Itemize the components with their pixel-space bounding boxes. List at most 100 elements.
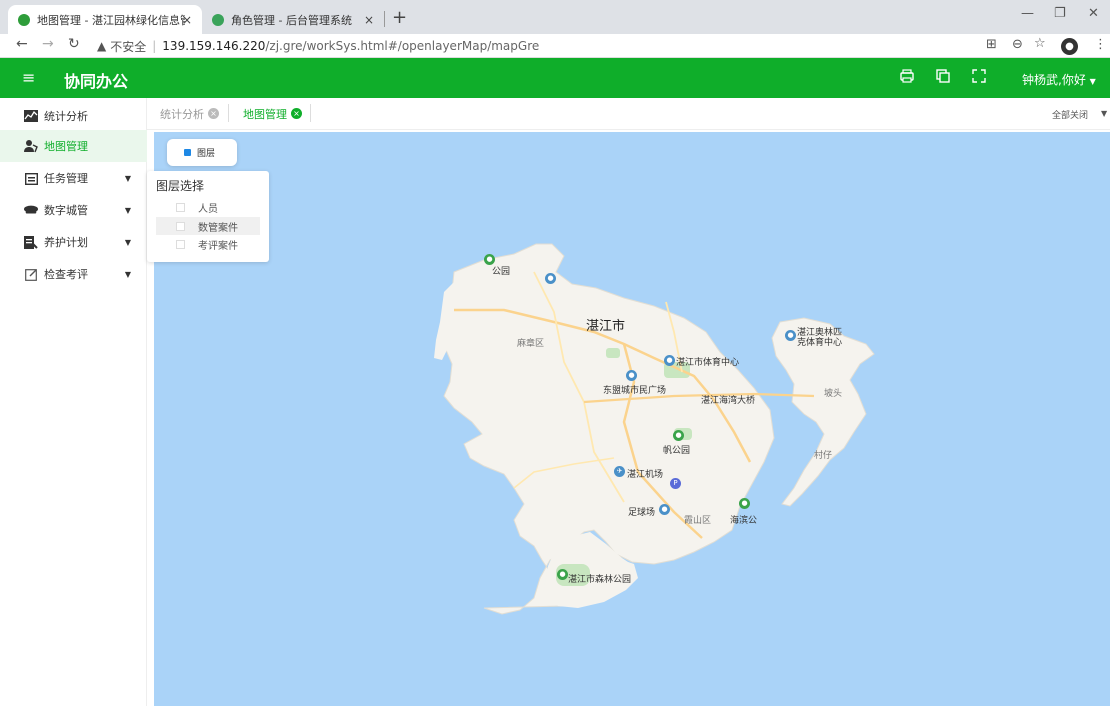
map-canvas <box>434 243 875 615</box>
fullscreen-icon[interactable] <box>971 68 987 84</box>
sidebar-item-tasks[interactable]: 任务管理 ▼ <box>0 162 147 194</box>
layer-panel-title: 图层选择 <box>156 179 205 193</box>
sidebar-item-inspection[interactable]: 检查考评 ▼ <box>0 258 147 290</box>
zoom-icon[interactable]: ⊖ <box>1012 37 1023 52</box>
warning-icon: ▲ <box>97 39 107 53</box>
checkbox[interactable] <box>176 202 185 212</box>
edit-icon <box>24 267 38 281</box>
url-separator: | <box>152 39 157 53</box>
window-close-icon[interactable]: ✕ <box>1088 6 1099 21</box>
sidebar-item-label: 任务管理 <box>44 172 88 185</box>
translate-icon[interactable]: ⊞ <box>986 37 997 52</box>
layer-option-personnel[interactable]: 人员 <box>156 198 260 216</box>
browser-menu-icon[interactable]: ⋮ <box>1094 37 1107 52</box>
layer-option-label: 考评案件 <box>198 240 238 252</box>
layer-icon <box>184 149 191 156</box>
map-label-park-top: 公园 <box>492 267 511 277</box>
sidebar-item-statistics[interactable]: 统计分析 <box>0 100 147 132</box>
checkbox[interactable] <box>176 221 185 231</box>
map-view[interactable]: 湛江市 麻章区 霞山区 坡头 湛江市体育中心 东盟城市民广场 湛江海湾大桥 帆公… <box>154 132 1110 706</box>
app-header: ≡ 协同办公 钟杨武,你好 ▼ <box>0 58 1110 98</box>
browser-address-bar: ← → ↻ ▲ 不安全 | 139.159.146.220 /zj.gre/wo… <box>0 34 1110 58</box>
sidebar-item-map[interactable]: 地图管理 <box>0 130 147 162</box>
restore-icon[interactable]: ❐ <box>1054 6 1066 21</box>
poi-airport-icon[interactable]: ✈ <box>614 466 625 477</box>
browser-tab-map[interactable]: 地图管理 - 湛江园林绿化信息管理 × <box>8 5 202 34</box>
browser-tab-roles[interactable]: 角色管理 - 后台管理系统 × <box>202 5 384 34</box>
tab-label: 统计分析 <box>160 107 204 121</box>
back-icon[interactable]: ← <box>16 36 28 52</box>
tab-separator <box>384 11 385 27</box>
copy-window-icon[interactable] <box>935 68 951 84</box>
url-host: 139.159.146.220 <box>162 39 266 53</box>
map-label-xiashan: 霞山区 <box>684 516 712 526</box>
layer-option-label: 数管案件 <box>198 222 238 234</box>
map-label-potou: 坡头 <box>824 389 843 399</box>
poi-seaside-icon[interactable]: ● <box>739 498 750 509</box>
caret-down-icon: ▼ <box>1089 77 1096 86</box>
site-favicon-icon <box>18 13 30 26</box>
plan-icon <box>24 235 38 249</box>
map-label-square: 东盟城市民广场 <box>603 386 667 396</box>
new-tab-button[interactable]: + <box>392 7 407 28</box>
sidebar-item-label: 数字城管 <box>44 204 88 217</box>
poi-location-icon[interactable]: ● <box>545 273 556 284</box>
poi-stadium-icon[interactable]: ● <box>664 355 675 366</box>
poi-olympic-icon[interactable]: ● <box>785 330 796 341</box>
poi-parking-icon[interactable]: P <box>670 478 681 489</box>
poi-square-icon[interactable]: ● <box>626 370 637 381</box>
url-field[interactable]: ▲ 不安全 | 139.159.146.220 /zj.gre/workSys.… <box>97 37 539 55</box>
caret-down-icon: ▼ <box>124 269 131 279</box>
app-title: 协同办公 <box>64 72 129 91</box>
poi-football-icon[interactable]: ● <box>659 504 670 515</box>
sidebar-item-maintenance-plan[interactable]: 养护计划 ▼ <box>0 226 147 258</box>
browser-tab-bar: 地图管理 - 湛江园林绿化信息管理 × 角色管理 - 后台管理系统 × + — … <box>0 0 1110 34</box>
url-path: /zj.gre/workSys.html#/openlayerMap/mapGr… <box>265 39 540 53</box>
layer-option-eval-cases[interactable]: 考评案件 <box>156 235 260 253</box>
sidebar-item-label: 检查考评 <box>44 268 88 281</box>
tab-map-management[interactable]: 地图管理 × <box>243 98 302 129</box>
map-label-stadium: 湛江市体育中心 <box>676 358 740 368</box>
forward-icon[interactable]: → <box>42 36 54 52</box>
bookmark-star-icon[interactable]: ☆ <box>1034 36 1046 51</box>
map-user-icon <box>24 139 38 153</box>
poi-forest-icon[interactable]: ● <box>557 569 568 580</box>
browser-tab-title: 地图管理 - 湛江园林绿化信息管理 <box>37 13 185 27</box>
sidebar-item-city-management[interactable]: 数字城管 ▼ <box>0 194 147 226</box>
site-favicon-icon <box>212 13 224 26</box>
sidebar-item-label: 统计分析 <box>44 110 88 123</box>
tab-close-icon[interactable]: × <box>291 108 302 119</box>
content-tab-bar: 统计分析 × 地图管理 × 全部关闭 ▼ <box>147 98 1110 130</box>
poi-park-top-icon[interactable]: ● <box>484 254 495 265</box>
printer-icon[interactable] <box>899 68 915 84</box>
sidebar: 统计分析 地图管理 任务管理 ▼ 数字城管 ▼ 养护计划 ▼ 检查考评 ▼ <box>0 98 147 706</box>
map-label-mazhang: 麻章区 <box>517 339 545 349</box>
tab-close-icon[interactable]: × <box>182 13 192 27</box>
caret-down-icon: ▼ <box>124 237 131 247</box>
layer-toggle-button[interactable]: 图层 <box>167 139 237 166</box>
tab-statistics[interactable]: 统计分析 × <box>160 98 219 129</box>
minimize-icon[interactable]: — <box>1021 6 1034 21</box>
user-greeting: 钟杨武,你好 <box>1022 73 1086 87</box>
hamburger-menu-icon[interactable]: ≡ <box>22 68 35 87</box>
checkbox[interactable] <box>176 239 185 249</box>
profile-avatar-icon[interactable]: ● <box>1061 38 1078 55</box>
caret-down-icon[interactable]: ▼ <box>1101 109 1107 118</box>
tab-close-icon[interactable]: × <box>208 108 219 119</box>
layer-option-label: 人员 <box>198 203 218 215</box>
tab-close-icon[interactable]: × <box>364 13 374 27</box>
tab-divider <box>310 104 311 122</box>
poi-park-icon[interactable]: ● <box>673 430 684 441</box>
browser-tab-title: 角色管理 - 后台管理系统 <box>231 13 352 27</box>
police-cap-icon <box>24 203 38 217</box>
reload-icon[interactable]: ↻ <box>68 36 80 52</box>
map-label-football: 足球场 <box>628 508 656 518</box>
user-menu[interactable]: 钟杨武,你好 ▼ <box>1022 71 1096 88</box>
map-label-village: 村仔 <box>814 451 833 461</box>
tab-label: 地图管理 <box>243 107 287 121</box>
layer-option-city-cases[interactable]: 数管案件 <box>156 217 260 235</box>
layer-button-label: 图层 <box>197 149 216 159</box>
layer-panel: 图层选择 人员 数管案件 考评案件 <box>147 171 269 262</box>
close-all-tabs-button[interactable]: 全部关闭 <box>1052 108 1088 121</box>
sidebar-item-label: 地图管理 <box>44 140 88 153</box>
